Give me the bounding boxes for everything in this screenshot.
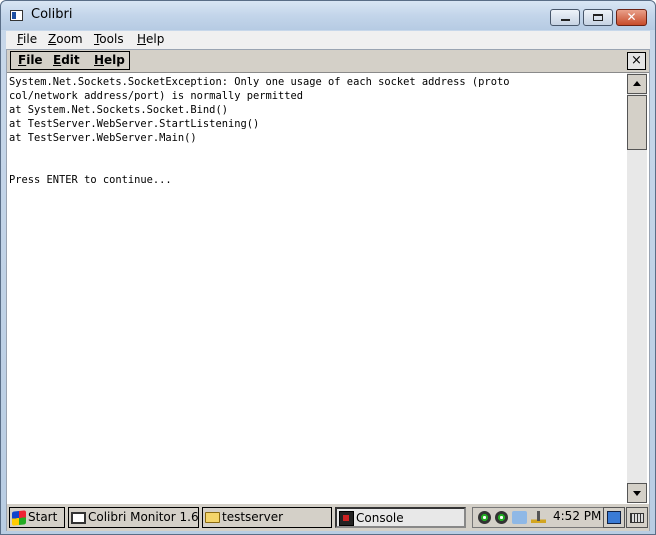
scroll-thumb[interactable]	[627, 95, 647, 150]
scroll-up-icon[interactable]	[627, 74, 647, 94]
close-icon: ×	[631, 53, 642, 68]
clock[interactable]: 4:52 PM	[553, 509, 601, 523]
system-tray: 4:52 PM	[472, 507, 604, 528]
desktop-icon[interactable]	[603, 507, 625, 528]
taskbar: Start Colibri Monitor 1.6 testserver Con…	[7, 503, 649, 531]
app-menu-help[interactable]: Help	[94, 53, 125, 67]
app-menu-edit[interactable]: Edit	[53, 53, 80, 67]
colibri-window: Colibri ✕ File Zoom Tools Help File Edit…	[0, 0, 656, 535]
start-button[interactable]: Start	[9, 507, 65, 528]
network-status-icon-2[interactable]	[495, 511, 508, 524]
monitor-icon	[71, 511, 86, 524]
windows-flag-icon	[12, 509, 26, 526]
task-console[interactable]: Console	[335, 507, 466, 528]
power-icon[interactable]	[531, 511, 546, 523]
app-window-icon	[10, 10, 23, 21]
keyboard-icon[interactable]	[626, 507, 648, 528]
console-icon	[339, 511, 354, 526]
menu-tools[interactable]: Tools	[94, 32, 124, 46]
network-status-icon[interactable]	[478, 511, 491, 524]
window-title: Colibri	[31, 7, 73, 22]
vertical-scrollbar[interactable]	[627, 73, 647, 503]
app-close-button[interactable]: ×	[627, 52, 646, 70]
app-menu-file[interactable]: File	[18, 53, 43, 67]
menu-zoom[interactable]: Zoom	[48, 32, 83, 46]
connection-icon[interactable]	[512, 511, 527, 524]
menu-help[interactable]: Help	[137, 32, 164, 46]
app-menu-group: File Edit Help	[10, 51, 130, 70]
title-bar[interactable]: Colibri ✕	[1, 1, 655, 30]
folder-icon	[205, 512, 220, 523]
task-colibri-monitor[interactable]: Colibri Monitor 1.6	[68, 507, 199, 528]
close-icon: ✕	[626, 10, 637, 24]
menu-file[interactable]: File	[17, 32, 37, 46]
task-testserver[interactable]: testserver	[202, 507, 332, 528]
minimize-button[interactable]	[550, 9, 580, 26]
maximize-button[interactable]	[583, 9, 613, 26]
app-toolbar: File Edit Help ×	[7, 50, 649, 73]
scroll-down-icon[interactable]	[627, 483, 647, 503]
console-output: System.Net.Sockets.SocketException: Only…	[9, 76, 510, 186]
close-button[interactable]: ✕	[616, 9, 647, 26]
device-screen: File Edit Help × System.Net.Sockets.Sock…	[6, 49, 650, 531]
window-menubar: File Zoom Tools Help	[6, 31, 650, 49]
